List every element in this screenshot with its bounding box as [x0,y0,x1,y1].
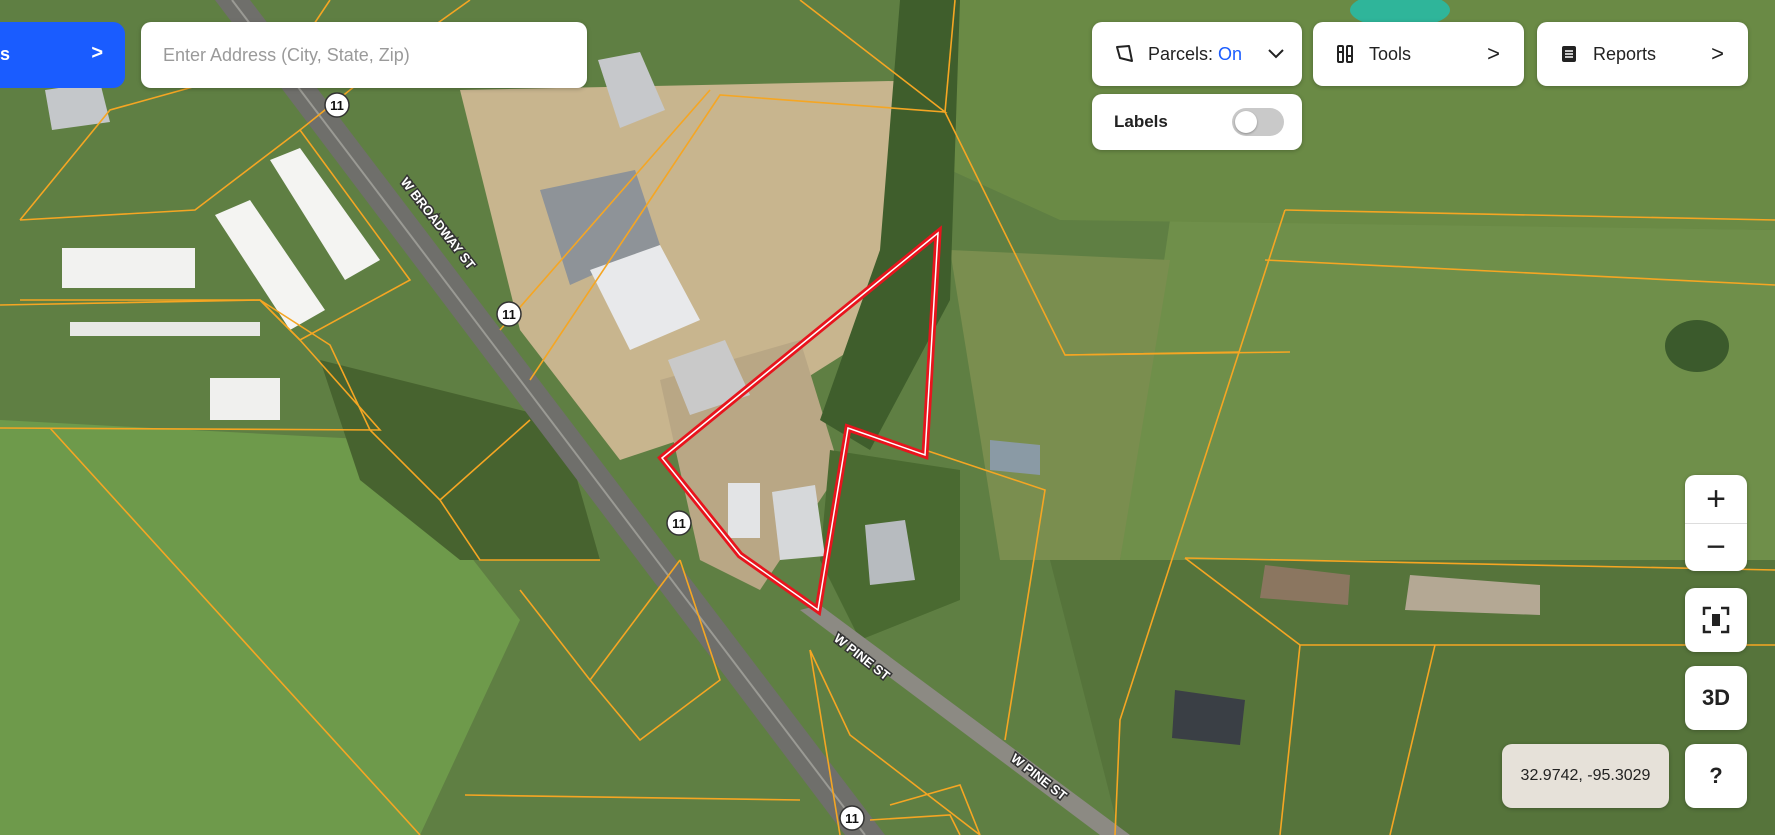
zoom-controls: + − [1685,475,1747,571]
parcels-state: On [1218,43,1243,64]
chevron-down-icon [1268,49,1284,59]
reports-button[interactable]: Reports > [1537,22,1748,86]
focus-frame-icon [1702,606,1730,634]
building [990,440,1040,475]
route-shield-11: 11 [324,92,350,118]
svg-text:11: 11 [845,811,859,826]
building [728,483,760,538]
building [62,248,195,288]
toggle-knob [1235,111,1257,133]
coordinates-readout: 32.9742, -95.3029 [1502,744,1669,808]
zoom-in-button[interactable]: + [1685,475,1747,523]
address-search-input[interactable] [141,22,587,88]
recenter-button[interactable] [1685,588,1747,652]
zoom-out-button[interactable]: − [1685,523,1747,571]
building [210,378,280,420]
building [70,322,260,336]
svg-text:11: 11 [330,98,344,113]
route-shield-11: 11 [496,301,522,327]
chevron-right-icon: > [1711,41,1724,66]
tools-button[interactable]: Tools > [1313,22,1524,86]
satellite-map[interactable]: W BROADWAY ST W PINE ST W PINE ST 11 11 … [0,0,1775,835]
labels-panel: Labels [1092,94,1302,150]
tools-icon [1337,45,1353,63]
svg-text:11: 11 [672,516,686,531]
route-shield-11: 11 [839,805,865,831]
route-shield-11: 11 [666,510,692,536]
report-document-icon [1562,46,1576,62]
field-east [1120,220,1775,560]
reports-label: Reports [1593,43,1657,64]
parcel-polygon-icon [1116,45,1133,62]
tools-label: Tools [1369,43,1412,64]
open-panel-button[interactable]: s > [0,22,125,88]
address-search-box[interactable] [141,22,587,88]
chevron-right-icon: > [1487,41,1500,66]
chevron-right-icon: > [91,42,103,64]
labels-label: Labels [1114,112,1168,131]
parcels-label: Parcels: [1148,43,1214,64]
labels-toggle-switch[interactable] [1232,108,1284,136]
help-button[interactable]: ? [1685,744,1747,808]
pond [1665,320,1729,372]
svg-text:11: 11 [502,307,516,322]
parcels-toggle-button[interactable]: Parcels: On [1092,22,1302,86]
open-panel-label: s [0,44,11,64]
3d-view-button[interactable]: 3D [1685,666,1747,730]
